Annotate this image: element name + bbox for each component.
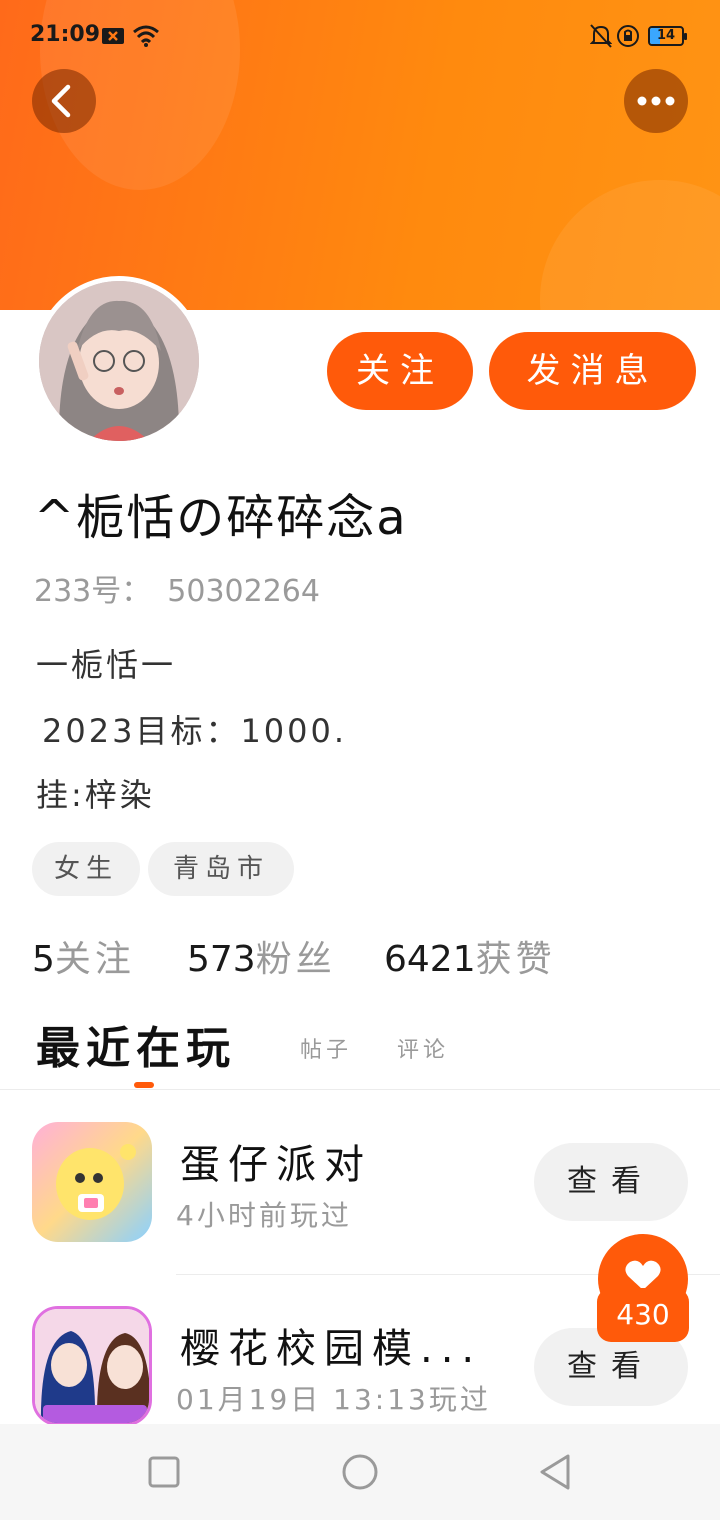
view-game-button[interactable]: 查看 — [534, 1143, 688, 1221]
chevron-left-icon — [51, 84, 71, 118]
followers-label: 粉丝 — [255, 939, 336, 980]
more-options-button[interactable] — [624, 69, 688, 133]
avatar-image — [39, 281, 199, 441]
username: ^栀恬の碎碎念a — [34, 490, 408, 546]
back-triangle-icon — [540, 1454, 570, 1490]
avatar[interactable] — [34, 276, 204, 446]
tab-comments[interactable]: 评论 — [397, 1032, 449, 1064]
following-count: 5 — [32, 939, 55, 980]
following-stat[interactable]: 5关注 — [32, 930, 135, 982]
system-nav-bar — [0, 1424, 720, 1520]
gender-tag: 女生 — [32, 842, 140, 896]
following-label: 关注 — [54, 939, 135, 980]
game-last-played: 01月19日 13:13玩过 — [176, 1383, 491, 1416]
game-title: 蛋仔派对 — [180, 1142, 372, 1188]
tab-posts[interactable]: 帖子 — [300, 1032, 352, 1064]
status-time: 21:09 — [30, 22, 101, 47]
game-last-played: 4小时前玩过 — [176, 1199, 352, 1232]
likes-label: 获赞 — [475, 939, 556, 980]
rotation-lock-icon — [616, 24, 640, 52]
user-id: 233号： 50302264 — [34, 566, 320, 610]
bio-line: 挂:梓染 — [36, 776, 155, 814]
game-icon-eggy-party — [32, 1122, 152, 1242]
tab-active-indicator — [134, 1082, 154, 1088]
game-title: 樱花校园模... — [180, 1326, 483, 1372]
followers-stat[interactable]: 573粉丝 — [187, 930, 336, 982]
user-id-value: 50302264 — [167, 574, 320, 609]
like-count-badge: 430 — [597, 1288, 689, 1342]
city-tag: 青岛市 — [148, 842, 294, 896]
back-button[interactable] — [32, 69, 96, 133]
send-message-button[interactable]: 发消息 — [489, 332, 696, 410]
recent-apps-button[interactable] — [144, 1452, 184, 1492]
notification-x-icon — [102, 26, 124, 50]
more-dots-icon — [637, 96, 675, 106]
follow-button[interactable]: 关注 — [327, 332, 473, 410]
wifi-icon — [132, 24, 160, 52]
banner-decoration — [540, 180, 720, 310]
likes-stat: 6421获赞 — [384, 930, 556, 982]
home-icon — [342, 1454, 378, 1490]
bio-line: 一栀恬一 — [36, 646, 177, 684]
recent-apps-icon — [148, 1456, 180, 1488]
bell-muted-icon — [589, 24, 613, 52]
battery-icon: 14 — [648, 26, 687, 46]
followers-count: 573 — [187, 939, 256, 980]
divider — [0, 1089, 720, 1090]
home-button[interactable] — [340, 1452, 380, 1492]
user-id-label: 233号： — [34, 574, 152, 609]
bio-line: 2023目标：1000. — [42, 712, 348, 750]
battery-level: 14 — [656, 28, 676, 43]
likes-count: 6421 — [384, 939, 476, 980]
status-bar: 21:09 14 — [0, 0, 720, 72]
game-icon-sakura-school — [32, 1306, 152, 1426]
tab-recently-played[interactable]: 最近在玩 — [36, 1012, 236, 1076]
back-nav-button[interactable] — [536, 1452, 576, 1492]
